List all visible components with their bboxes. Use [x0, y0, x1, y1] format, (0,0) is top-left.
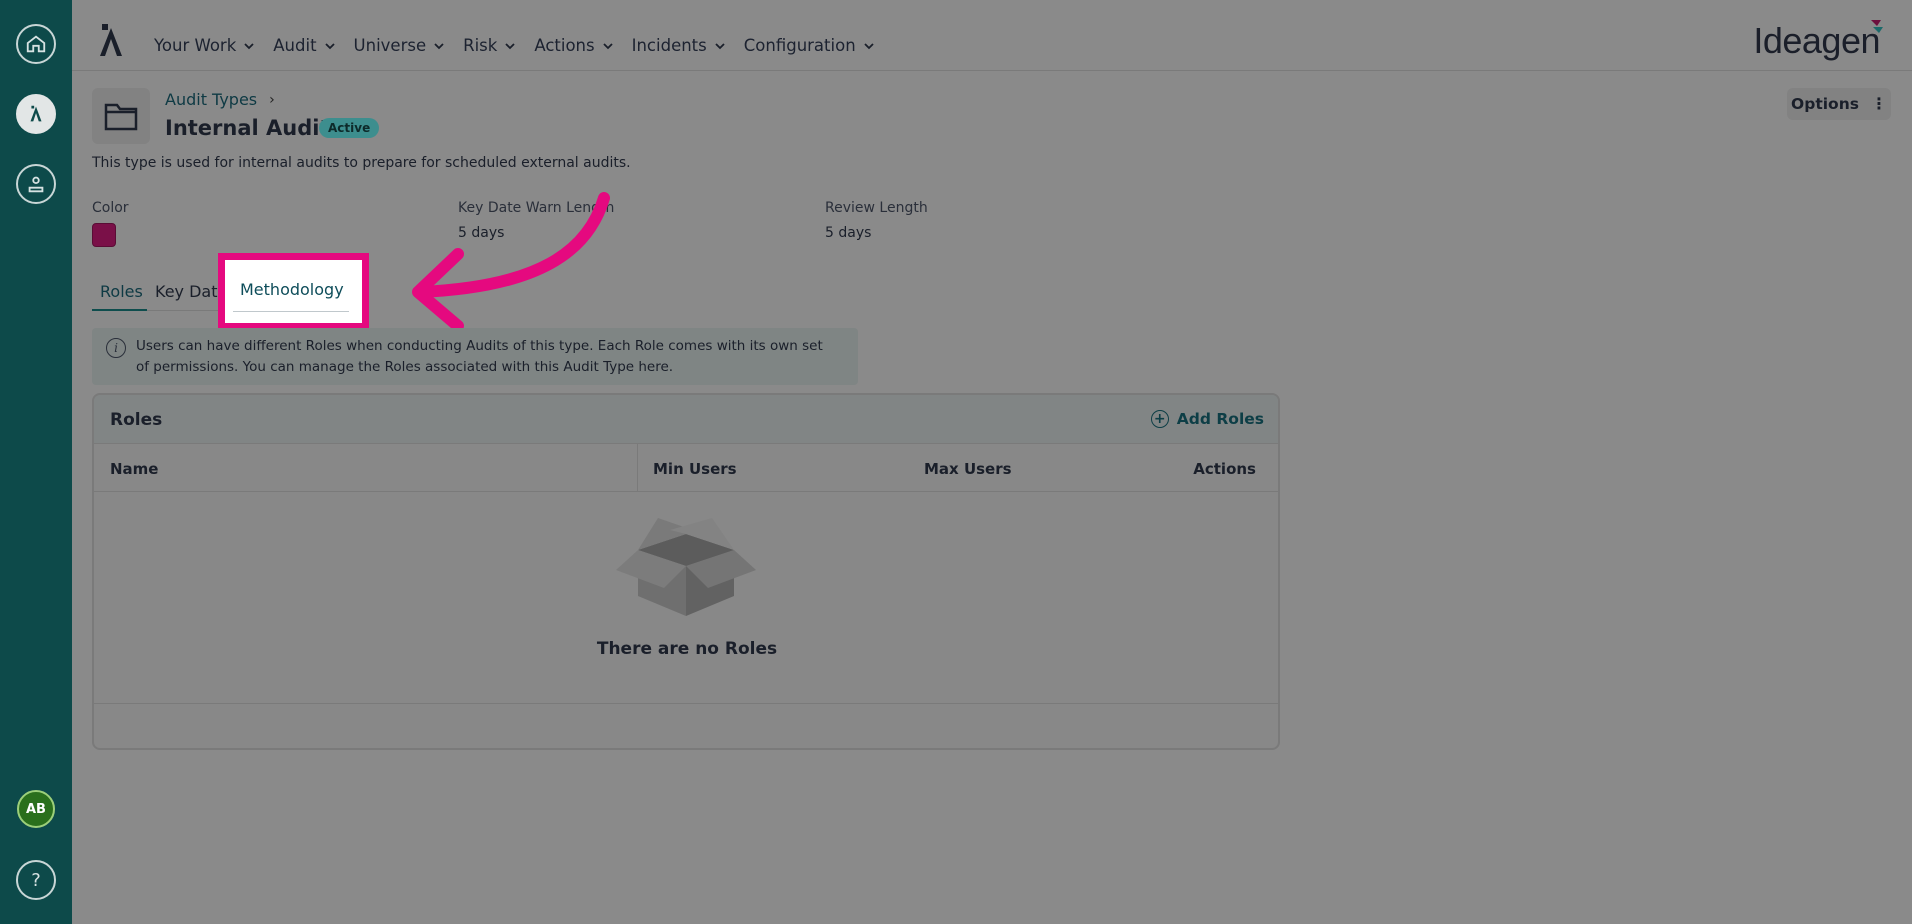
breadcrumb-separator: › — [269, 91, 275, 108]
nav-audit[interactable]: Audit — [273, 36, 335, 55]
active-tab-indicator — [92, 309, 147, 311]
chevron-down-icon — [324, 42, 335, 49]
chevron-down-icon — [715, 42, 725, 49]
nav-label: Incidents — [631, 36, 707, 55]
column-max-users[interactable]: Max Users — [924, 460, 1012, 478]
chevron-down-icon — [602, 42, 613, 49]
people-icon[interactable] — [16, 164, 56, 204]
roles-panel: Roles + Add Roles Name Min Users Max Use… — [92, 393, 1280, 750]
review-length-label: Review Length — [825, 200, 928, 216]
nav-label: Configuration — [743, 36, 856, 55]
roles-panel-title: Roles — [110, 410, 163, 430]
info-icon: i — [106, 338, 126, 358]
nav-universe[interactable]: Universe — [354, 36, 445, 55]
chevron-down-icon — [434, 42, 444, 49]
roles-panel-header: Roles + Add Roles — [94, 395, 1278, 444]
status-badge: Active — [319, 118, 380, 138]
nav-label: Audit — [273, 36, 317, 55]
nav-your-work[interactable]: Your Work — [154, 36, 254, 55]
color-swatch — [92, 223, 116, 247]
empty-state-text: There are no Roles — [596, 639, 778, 659]
breadcrumb-audit-types[interactable]: Audit Types — [165, 90, 257, 109]
pointer-arrow-icon — [412, 192, 610, 332]
page-title: Internal Audit — [165, 116, 330, 140]
empty-box-icon — [616, 518, 756, 616]
column-name[interactable]: Name — [110, 460, 158, 478]
info-text: Users can have different Roles when cond… — [136, 338, 823, 375]
main-nav: Your Work Audit Universe Risk Actions In… — [154, 36, 893, 55]
brand-logo: Ideagen — [1753, 20, 1880, 61]
more-vertical-icon: ⋮ — [1870, 94, 1887, 113]
nav-label: Risk — [463, 36, 498, 55]
tab-methodology[interactable]: Methodology — [240, 280, 344, 299]
options-label: Options — [1791, 95, 1859, 113]
column-actions: Actions — [1193, 460, 1256, 478]
breadcrumb: Audit Types › — [165, 90, 275, 109]
tab-roles[interactable]: Roles — [100, 282, 143, 301]
brand-mark-icon — [1871, 20, 1883, 33]
avatar[interactable]: AB — [17, 790, 55, 828]
audit-type-description: This type is used for internal audits to… — [92, 155, 631, 171]
nav-actions[interactable]: Actions — [534, 36, 613, 55]
folder-icon — [92, 88, 150, 144]
nav-risk[interactable]: Risk — [463, 36, 515, 55]
nav-label: Your Work — [154, 36, 237, 55]
add-circle-icon: + — [1150, 410, 1169, 428]
nav-incidents[interactable]: Incidents — [632, 36, 725, 55]
empty-state: There are no Roles — [94, 492, 1278, 704]
nav-label: Actions — [534, 36, 595, 55]
nav-configuration[interactable]: Configuration — [744, 36, 874, 55]
info-banner: i Users can have different Roles when co… — [92, 328, 858, 385]
chevron-down-icon — [505, 42, 515, 49]
column-divider — [637, 444, 638, 492]
color-label: Color — [92, 200, 129, 216]
app-logo-icon[interactable] — [16, 94, 56, 134]
add-roles-button[interactable]: + Add Roles — [1150, 410, 1264, 428]
review-length-value: 5 days — [825, 225, 872, 241]
chevron-down-icon — [864, 42, 874, 49]
top-navigation: Your Work Audit Universe Risk Actions In… — [72, 0, 1912, 71]
chevron-down-icon — [244, 42, 254, 49]
roles-table-header: Name Min Users Max Users Actions — [94, 444, 1278, 492]
home-icon[interactable] — [16, 24, 56, 64]
options-button[interactable]: Options ⋮ — [1787, 88, 1891, 120]
add-roles-label: Add Roles — [1176, 410, 1264, 428]
sidebar: AB ? — [0, 0, 72, 924]
column-min-users[interactable]: Min Users — [653, 460, 737, 478]
help-button[interactable]: ? — [16, 860, 56, 900]
app-logo[interactable] — [94, 22, 130, 58]
tab-methodology-highlight[interactable]: Methodology — [218, 253, 369, 330]
nav-label: Universe — [353, 36, 427, 55]
tab-underline — [233, 311, 349, 312]
